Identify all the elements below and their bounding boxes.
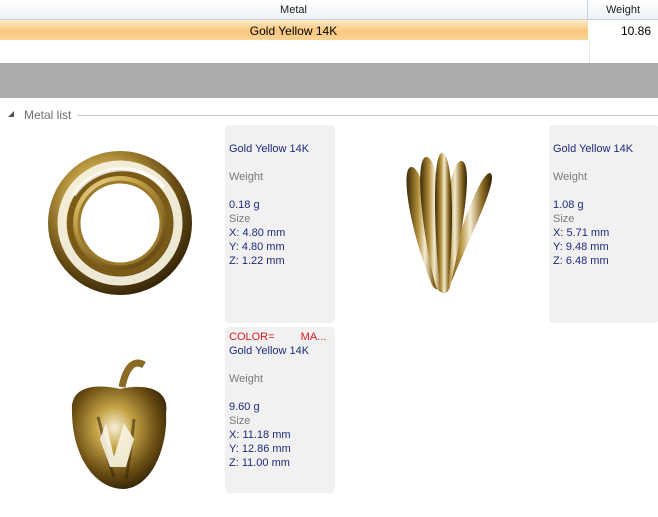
grid-header: Metal Weight [0, 0, 658, 20]
size-z: Z: 11.00 mm [229, 457, 290, 469]
cell-metal[interactable]: Gold Yellow 14K [0, 20, 587, 40]
table-row[interactable]: Gold Yellow 14K 10.86 [0, 20, 658, 40]
pendant-image [406, 153, 492, 294]
color-value: MA... [300, 331, 327, 343]
item-thumbnail-ring[interactable] [14, 125, 224, 315]
column-divider [589, 40, 590, 63]
item-info-card[interactable]: Gold Yellow 14K Weight 0.18 g Size X: 4.… [225, 125, 335, 323]
weight-value: 9.60 g [229, 401, 260, 413]
size-x: X: 11.18 mm [229, 429, 291, 441]
item-thumbnail-pepper[interactable] [14, 327, 224, 517]
collapse-triangle-icon[interactable] [6, 109, 16, 119]
size-x: X: 5.71 mm [553, 227, 610, 239]
column-header-metal[interactable]: Metal [0, 0, 588, 19]
weight-label: Weight [229, 373, 264, 385]
grid-empty-area [0, 40, 658, 63]
size-z: Z: 6.48 mm [553, 255, 609, 267]
size-z: Z: 1.22 mm [229, 255, 285, 267]
size-label: Size [553, 213, 575, 225]
weight-label: Weight [553, 171, 588, 183]
color-label: COLOR= [229, 331, 275, 343]
group-divider [77, 115, 658, 116]
metal-name: Gold Yellow 14K [229, 143, 310, 155]
splitter-bar[interactable] [0, 63, 658, 98]
cell-weight[interactable]: 10.86 [588, 20, 658, 40]
size-label: Size [229, 415, 251, 427]
weight-value: 1.08 g [553, 199, 584, 211]
size-y: Y: 4.80 mm [229, 241, 285, 253]
item-thumbnail-pendant[interactable] [340, 125, 550, 315]
metal-name: Gold Yellow 14K [553, 143, 634, 155]
weight-value: 0.18 g [229, 199, 260, 211]
item-info-card[interactable]: Gold Yellow 14K Weight 1.08 g Size X: 5.… [549, 125, 658, 323]
column-header-weight[interactable]: Weight [588, 0, 658, 19]
group-label: Metal list [24, 108, 76, 122]
size-y: Y: 12.86 mm [229, 443, 291, 455]
pepper-image [71, 359, 167, 489]
weight-label: Weight [229, 171, 264, 183]
item-info-card[interactable]: COLOR= MA... Gold Yellow 14K Weight 9.60… [225, 327, 335, 493]
color-tag: COLOR= MA... [229, 330, 331, 344]
size-x: X: 4.80 mm [229, 227, 286, 239]
size-label: Size [229, 213, 251, 225]
size-y: Y: 9.48 mm [553, 241, 609, 253]
metal-name: Gold Yellow 14K [229, 345, 310, 357]
ring-image [48, 151, 192, 295]
group-header[interactable]: Metal list [0, 107, 658, 123]
